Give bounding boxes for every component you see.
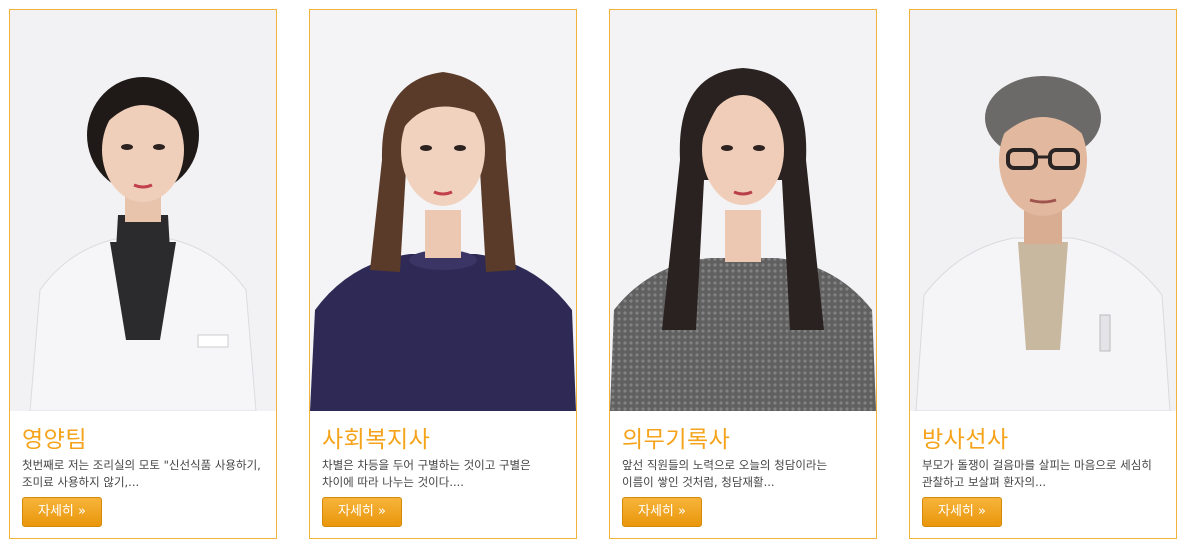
card-title: 사회복지사 [322,427,431,453]
staff-card-social-worker: 사회복지사 차별은 차등을 두어 구별하는 것이고 구별은 차이에 따라 나누는… [309,9,577,539]
detail-button[interactable]: 자세히 » [922,497,1002,527]
detail-button[interactable]: 자세히 » [322,497,402,527]
card-description: 앞선 직원들의 노력으로 오늘의 청담이라는 이름이 쌓인 것처럼, 청담재활.… [622,458,828,489]
card-title: 의무기록사 [622,427,731,453]
card-description: 첫번째로 저는 조리실의 모토 "신선식품 사용하기,조미료 사용하지 않기,.… [22,458,261,489]
card-description: 차별은 차등을 두어 구별하는 것이고 구별은 차이에 따라 나누는 것이다..… [322,458,531,489]
staff-card-medical-records: 의무기록사 앞선 직원들의 노력으로 오늘의 청담이라는 이름이 쌓인 것처럼,… [609,9,877,539]
portrait-image [310,10,576,411]
staff-card-nutrition: 영양팀 첫번째로 저는 조리실의 모토 "신선식품 사용하기,조미료 사용하지 … [9,9,277,539]
portrait-image [910,10,1176,411]
staff-card-radiologist: 방사선사 부모가 돌쟁이 걸음마를 살피는 마음으로 세심히 관찰하고 보살펴 … [909,9,1177,539]
staff-photo[interactable] [310,10,576,411]
detail-button[interactable]: 자세히 » [622,497,702,527]
staff-photo[interactable] [910,10,1176,411]
staff-photo[interactable] [10,10,276,411]
staff-photo[interactable] [610,10,876,411]
card-title: 영양팀 [22,427,87,453]
portrait-image [610,10,876,411]
detail-button[interactable]: 자세히 » [22,497,102,527]
card-title: 방사선사 [922,427,1009,453]
staff-card-grid: 영양팀 첫번째로 저는 조리실의 모토 "신선식품 사용하기,조미료 사용하지 … [0,0,1191,551]
card-description: 부모가 돌쟁이 걸음마를 살피는 마음으로 세심히 관찰하고 보살펴 환자의..… [922,458,1152,489]
portrait-image [10,10,276,411]
